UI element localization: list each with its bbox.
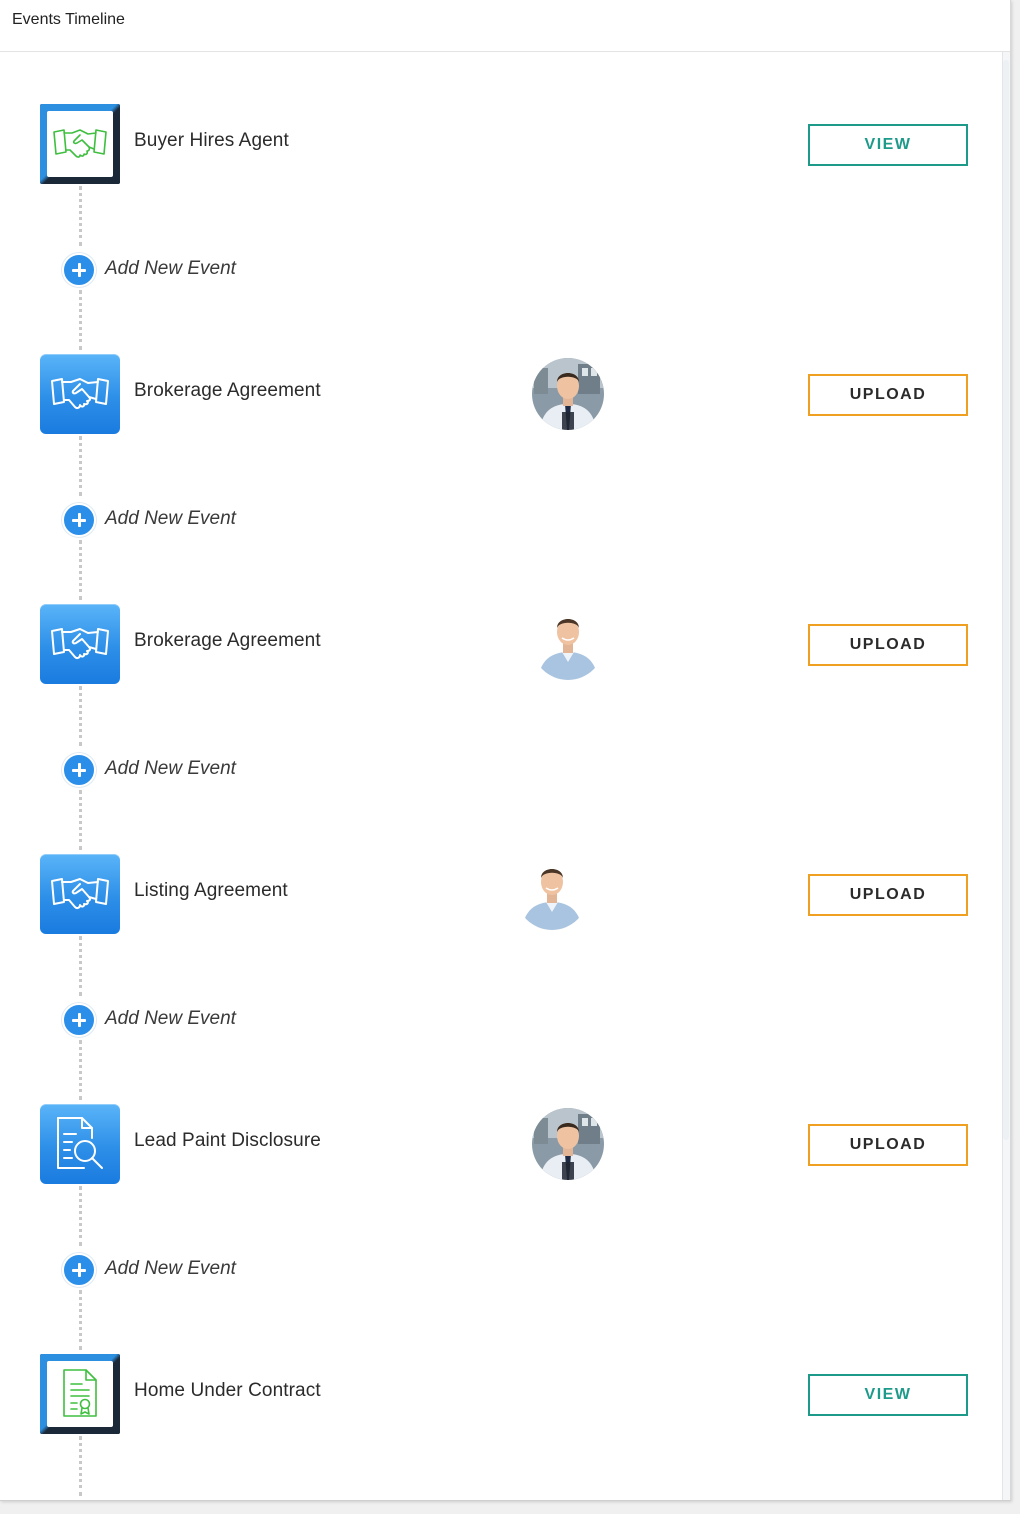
- timeline-connector: [79, 686, 82, 746]
- timeline-connector: [79, 540, 82, 600]
- view-button[interactable]: VIEW: [808, 1374, 968, 1416]
- add-new-event-row[interactable]: Add New Event: [62, 503, 282, 537]
- event-icon-tile[interactable]: [40, 604, 120, 684]
- avatar[interactable]: [532, 358, 604, 430]
- add-event-plus-icon[interactable]: [62, 503, 96, 537]
- timeline-connector: [79, 1436, 82, 1496]
- add-event-plus-icon[interactable]: [62, 1003, 96, 1037]
- agent-photo-casual: [516, 858, 588, 930]
- agent-photo-suit: [532, 1108, 604, 1180]
- scrollbar-thumb[interactable]: [1003, 60, 1009, 1140]
- event-icon-tile[interactable]: [40, 354, 120, 434]
- timeline-connector: [79, 290, 82, 350]
- event-title: Brokerage Agreement: [134, 380, 321, 401]
- contract-certificate-icon: [63, 1369, 97, 1417]
- event-title: Home Under Contract: [134, 1380, 321, 1401]
- timeline-connector: [79, 1186, 82, 1246]
- timeline-connector: [79, 1040, 82, 1100]
- add-new-event-row[interactable]: Add New Event: [62, 1253, 282, 1287]
- events-timeline-panel: Events Timeline Buyer Hires Agent VIEW A…: [0, 0, 1011, 1501]
- upload-button[interactable]: UPLOAD: [808, 1124, 968, 1166]
- add-new-event-row[interactable]: Add New Event: [62, 753, 282, 787]
- event-icon-tile[interactable]: [40, 1104, 120, 1184]
- add-event-plus-icon[interactable]: [62, 253, 96, 287]
- timeline-connector: [79, 1290, 82, 1350]
- upload-button[interactable]: UPLOAD: [808, 624, 968, 666]
- add-event-plus-icon[interactable]: [62, 753, 96, 787]
- panel-header: Events Timeline: [0, 0, 1010, 52]
- handshake-icon: [51, 628, 109, 660]
- handshake-icon: [53, 129, 107, 158]
- event-title: Buyer Hires Agent: [134, 130, 289, 151]
- event-title: Listing Agreement: [134, 880, 288, 901]
- view-button[interactable]: VIEW: [808, 124, 968, 166]
- add-new-event-label[interactable]: Add New Event: [105, 758, 236, 780]
- add-new-event-label[interactable]: Add New Event: [105, 1008, 236, 1030]
- timeline-connector: [79, 936, 82, 996]
- timeline-connector: [79, 436, 82, 496]
- agent-photo-suit: [532, 358, 604, 430]
- timeline-connector: [79, 186, 82, 246]
- add-event-plus-icon[interactable]: [62, 1253, 96, 1287]
- handshake-icon: [51, 378, 109, 410]
- event-icon-tile[interactable]: [40, 854, 120, 934]
- timeline-connector: [79, 790, 82, 850]
- add-new-event-label[interactable]: Add New Event: [105, 508, 236, 530]
- add-new-event-label[interactable]: Add New Event: [105, 258, 236, 280]
- avatar[interactable]: [532, 608, 604, 680]
- event-icon-tile[interactable]: [40, 104, 120, 184]
- add-new-event-label[interactable]: Add New Event: [105, 1258, 236, 1280]
- add-new-event-row[interactable]: Add New Event: [62, 253, 282, 287]
- upload-button[interactable]: UPLOAD: [808, 374, 968, 416]
- add-new-event-row[interactable]: Add New Event: [62, 1003, 282, 1037]
- document-search-icon: [57, 1117, 103, 1169]
- avatar[interactable]: [516, 858, 588, 930]
- event-icon-tile[interactable]: [40, 1354, 120, 1434]
- upload-button[interactable]: UPLOAD: [808, 874, 968, 916]
- avatar[interactable]: [532, 1108, 604, 1180]
- agent-photo-casual: [532, 608, 604, 680]
- event-title: Lead Paint Disclosure: [134, 1130, 321, 1151]
- panel-title: Events Timeline: [12, 11, 125, 28]
- event-title: Brokerage Agreement: [134, 630, 321, 651]
- handshake-icon: [51, 878, 109, 910]
